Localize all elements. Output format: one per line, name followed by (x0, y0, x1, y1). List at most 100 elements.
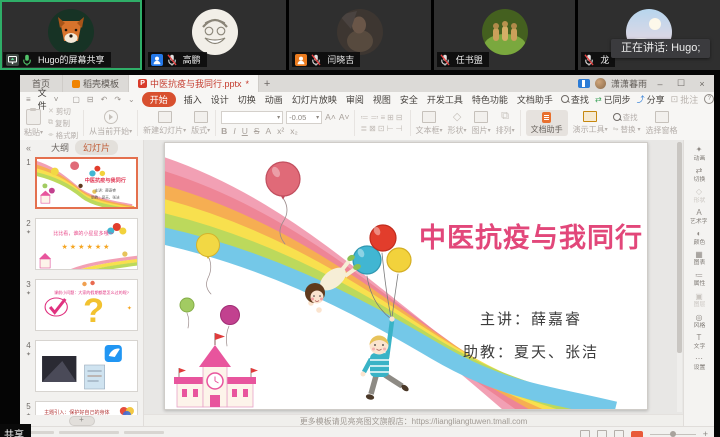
comment-button[interactable]: ⊡ 批注 (671, 93, 699, 106)
vertical-scrollbar[interactable] (677, 142, 682, 412)
save-icon[interactable]: ⊟ (87, 95, 94, 104)
slide-assistant[interactable]: 助教：夏天、张洁 (463, 343, 599, 361)
menu-tab-view[interactable]: 视图 (372, 93, 392, 106)
sidebar-item-style[interactable]: ◎风格 (693, 312, 706, 332)
participant-tile-4[interactable]: 任书盟 (434, 0, 576, 70)
tab-docer-templates[interactable]: 稻壳模板 (63, 75, 129, 92)
font-color-button[interactable]: A (266, 126, 272, 136)
sidebar-item-color[interactable]: ◐颜色 (693, 228, 706, 248)
redo-icon[interactable]: ↷ (114, 95, 121, 104)
participant-tile-5[interactable]: 龙 (578, 0, 720, 70)
sidebar-item-settings[interactable]: ⋯设置 (693, 353, 706, 373)
slide-title[interactable]: 中医抗疫与我同行 (419, 222, 643, 253)
chevron-down-icon[interactable]: ⌄ (128, 95, 135, 104)
menu-tab-review[interactable]: 审阅 (345, 93, 365, 106)
line-spacing-icon[interactable]: ⊟ (396, 113, 405, 122)
arrange-button[interactable]: ⧉ 排列▾ (496, 110, 515, 136)
menu-tab-animation[interactable]: 动画 (264, 93, 284, 106)
sidebar-item-animation[interactable]: ✦动画 (693, 144, 706, 164)
textbox-button[interactable]: 文本框▾ (416, 111, 443, 136)
minimize-button[interactable]: – (652, 79, 668, 89)
undo-icon[interactable]: ↶ (101, 95, 108, 104)
subscript-button[interactable]: x₂ (290, 126, 298, 136)
sidebar-item-shape[interactable]: ◇形状 (693, 186, 706, 206)
outdent-icon[interactable]: ⊢ (387, 124, 396, 133)
tab-slides[interactable]: 幻灯片 (75, 140, 118, 155)
slide-thumbnail-1[interactable]: 中医抗疫与我同行 主讲：薛嘉睿 助教：夏天、张洁 (35, 157, 138, 209)
numbering-icon[interactable]: ≕ (370, 113, 380, 122)
help-icon[interactable]: ? (704, 94, 714, 104)
view-sorter-icon[interactable] (597, 430, 607, 437)
sidebar-item-chart[interactable]: ▦图表 (693, 249, 706, 269)
layout-button[interactable]: 版式▾ (191, 111, 210, 136)
find-ribbon-button[interactable]: 查找 (613, 112, 641, 123)
italic-button[interactable]: I (233, 126, 235, 136)
new-tab-button[interactable]: + (259, 75, 275, 92)
participant-tile-hugo[interactable]: Hugo的屏幕共享 (0, 0, 142, 70)
tab-document[interactable]: P 中医抗疫与我同行.pptx * (129, 75, 259, 92)
cut-button[interactable]: ✕剪切 (48, 106, 78, 117)
add-slide-button[interactable]: + (69, 416, 95, 426)
indent-icon[interactable]: ⊡ (378, 124, 387, 133)
bold-button[interactable]: B (221, 126, 227, 136)
format-painter-button[interactable]: ⌯格式刷 (48, 130, 78, 141)
paste-button[interactable]: 粘贴▾ (24, 109, 43, 138)
maximize-button[interactable]: ☐ (673, 78, 689, 89)
tab-outline[interactable]: 大纲 (51, 141, 69, 154)
synced-status[interactable]: ⇄ 已同步 (595, 93, 631, 106)
align-right-icon[interactable]: ≣ (360, 124, 369, 133)
font-name-select[interactable]: ▾ (221, 111, 283, 124)
text-direction-icon[interactable]: ⊣ (396, 124, 405, 133)
selection-pane-button[interactable]: 选择窗格 (646, 111, 678, 136)
increase-font-icon[interactable]: A˄ (325, 112, 336, 122)
sidebar-item-wordart[interactable]: A艺术字 (689, 207, 709, 227)
sidebar-item-text[interactable]: T文字 (693, 332, 706, 352)
zoom-slider[interactable] (650, 434, 696, 435)
menu-tab-doc-assistant[interactable]: 文档助手 (516, 93, 554, 106)
skin-switch-icon[interactable] (578, 79, 590, 88)
sidebar-item-transition[interactable]: ⇄切换 (693, 165, 706, 185)
superscript-button[interactable]: x² (277, 126, 284, 136)
replace-button[interactable]: ⇋替换▾ (613, 124, 641, 135)
slide-thumbnail-3[interactable]: ? 课前小问题：大家的假期都是怎么过的呢? ✦ (35, 279, 138, 331)
menu-tab-transition[interactable]: 切换 (237, 93, 257, 106)
view-normal-icon[interactable] (580, 430, 590, 437)
zoom-in-icon[interactable]: + (703, 431, 708, 437)
share-button[interactable]: ⤴ 分享 (637, 93, 665, 106)
font-size-select[interactable]: -0.05▾ (286, 111, 322, 124)
menu-tab-design[interactable]: 设计 (210, 93, 230, 106)
menu-tab-home[interactable]: 开始 (142, 92, 176, 107)
account-avatar[interactable] (595, 78, 606, 89)
participant-tile-3[interactable]: 闫晓吉 (289, 0, 431, 70)
slide-canvas[interactable]: 中医抗疫与我同行 主讲：薛嘉睿 助教：夏天、张洁 (144, 140, 683, 414)
bullets-icon[interactable]: ≔ (360, 113, 370, 122)
main-menu-icon[interactable]: ≡ (26, 95, 31, 104)
collapse-panel-button[interactable]: « (26, 143, 31, 153)
view-reading-icon[interactable] (614, 430, 624, 437)
align-center-icon[interactable]: ⊞ (387, 113, 396, 122)
slide-thumbnail-2[interactable]: 比比看，谁的小星星多哦～ ★★★★★★ (35, 218, 138, 270)
sidebar-item-properties[interactable]: ≔属性 (693, 270, 706, 290)
doc-assistant-button[interactable]: 文档助手 (526, 110, 568, 136)
strikethrough-button[interactable]: S (254, 126, 260, 136)
slideshow-play-button[interactable] (631, 431, 643, 437)
participant-tile-2[interactable]: 高鹏 (145, 0, 287, 70)
close-button[interactable]: × (694, 79, 710, 89)
menu-tab-security[interactable]: 安全 (399, 93, 419, 106)
find-button[interactable]: 查找 (561, 93, 589, 106)
decrease-font-icon[interactable]: A˅ (339, 112, 350, 122)
menu-tab-slideshow[interactable]: 幻灯片放映 (291, 93, 338, 106)
current-slide[interactable]: 中医抗疫与我同行 主讲：薛嘉睿 助教：夏天、张洁 (164, 142, 648, 410)
slide-speaker[interactable]: 主讲：薛嘉睿 (480, 310, 582, 328)
slide-thumbnail-5[interactable]: 主题引入：保护好自己的身体 (35, 401, 138, 415)
justify-icon[interactable]: ⊠ (369, 124, 378, 133)
play-from-current-button[interactable]: 从当前开始▾ (89, 110, 132, 137)
copy-button[interactable]: ⧉复制 (48, 118, 78, 129)
sidebar-item-layers[interactable]: ▣图层 (693, 291, 706, 311)
menu-tab-devtools[interactable]: 开发工具 (426, 93, 464, 106)
present-tools-button[interactable]: 演示工具▾ (573, 111, 608, 135)
slide-thumbnail-4[interactable] (35, 340, 138, 392)
shapes-button[interactable]: ◇ 形状▾ (448, 110, 467, 136)
account-name[interactable]: 潇潇暮雨 (611, 77, 647, 90)
new-doc-icon[interactable]: ▢ (72, 95, 80, 104)
